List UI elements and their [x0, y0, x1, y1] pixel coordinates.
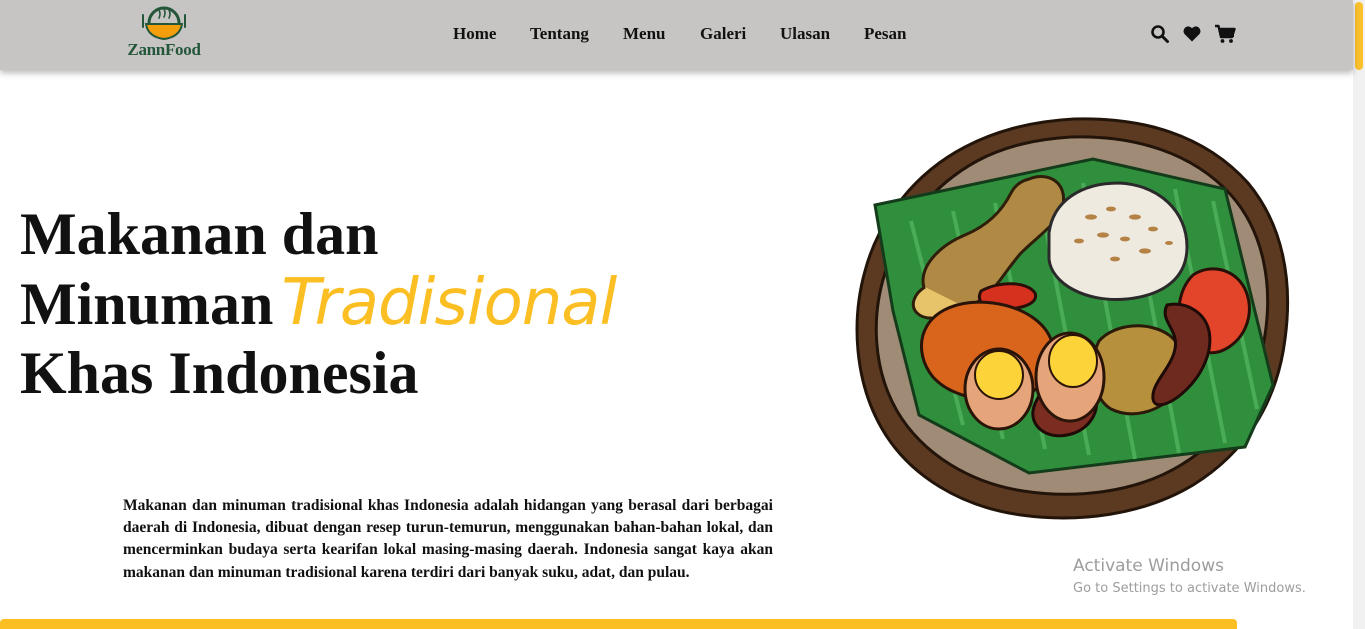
- nav-link-galeri[interactable]: Galeri: [700, 24, 746, 44]
- nav-link-pesan[interactable]: Pesan: [864, 24, 907, 44]
- rice-bowl-logo-icon: [142, 6, 186, 41]
- cart-icon[interactable]: [1214, 24, 1236, 44]
- hero-title-line-1: Makanan dan: [20, 201, 379, 267]
- hero-description: Makanan dan minuman tradisional khas Ind…: [123, 497, 773, 581]
- activate-windows-title: Activate Windows: [1073, 556, 1224, 576]
- heart-icon[interactable]: [1182, 24, 1202, 44]
- nasi-gudeg-dish-illustration: [855, 117, 1290, 520]
- hero-title-line-2: Minuman Tradisional: [20, 269, 720, 339]
- brand-logo[interactable]: ZannFood: [122, 6, 206, 62]
- hero-title-line-3: Khas Indonesia: [20, 340, 419, 406]
- nav-link-tentang[interactable]: Tentang: [530, 24, 589, 44]
- search-icon[interactable]: [1150, 24, 1170, 44]
- activate-windows-subtitle: Go to Settings to activate Windows.: [1073, 581, 1306, 596]
- nav-link-home[interactable]: Home: [453, 24, 496, 44]
- hero-title: Makanan dan Minuman Tradisional Khas Indo…: [20, 200, 720, 408]
- nav-link-ulasan[interactable]: Ulasan: [780, 24, 830, 44]
- hero-title-accent: Tradisional: [281, 266, 617, 340]
- page-scrollbar[interactable]: [1353, 0, 1365, 629]
- brand-name: ZannFood: [127, 40, 201, 59]
- nav-link-menu[interactable]: Menu: [623, 24, 666, 44]
- next-section-edge: [0, 619, 1237, 629]
- navbar: ZannFood Home Tentang Menu Galeri Ulasan…: [0, 0, 1353, 70]
- scrollbar-thumb[interactable]: [1355, 2, 1363, 70]
- hero-title-word-minuman: Minuman: [20, 271, 274, 337]
